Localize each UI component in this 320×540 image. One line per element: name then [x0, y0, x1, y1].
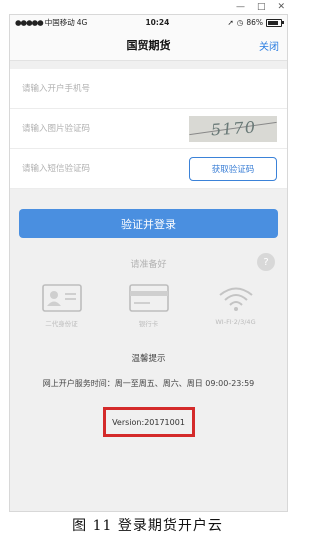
sms-row: 获取验证码 — [10, 149, 287, 189]
requirement-label: 银行卡 — [138, 320, 159, 328]
id-card-icon — [41, 284, 82, 312]
sms-code-input[interactable] — [20, 162, 174, 175]
phone-input[interactable] — [20, 82, 174, 95]
maximize-icon[interactable]: □ — [257, 2, 266, 12]
alarm-icon: ◷ — [236, 18, 244, 27]
phone-screen: ●●●●● 中国移动 4G 10:24 ➚ ◷ 86% 国贸期货 关闭 5170… — [9, 14, 288, 512]
captcha-text: 5170 — [209, 117, 257, 140]
requirement-id-card: 二代身份证 — [22, 284, 102, 328]
close-icon[interactable]: ✕ — [277, 2, 285, 12]
prep-title: 请准备好 — [130, 259, 167, 270]
figure-caption: 图 11 登录期货开户云 — [72, 518, 223, 534]
requirements-list: 二代身份证 银行卡 WI-FI·2/3/4G — [10, 280, 287, 328]
help-icon[interactable]: ? — [257, 253, 275, 271]
requirement-label: 二代身份证 — [45, 320, 78, 328]
minimize-icon[interactable]: — — [236, 2, 245, 12]
clock: 10:24 — [145, 18, 170, 27]
page-title: 国贸期货 — [126, 39, 171, 52]
captcha-input[interactable] — [20, 122, 174, 135]
window-controls: — □ ✕ — [205, 0, 295, 14]
battery-icon — [266, 18, 284, 27]
wifi-icon — [218, 287, 253, 311]
bank-card-icon — [128, 284, 169, 312]
location-icon: ➚ — [227, 18, 234, 27]
captcha-image[interactable]: 5170 — [189, 115, 277, 142]
battery-percent: 86% — [246, 18, 263, 27]
network-label: 4G — [76, 18, 88, 27]
requirement-label: WI-FI·2/3/4G — [215, 318, 256, 326]
get-code-button[interactable]: 获取验证码 — [189, 156, 277, 181]
carrier-label: 中国移动 — [44, 18, 75, 27]
prep-section: 请准备好 ? — [10, 246, 287, 280]
hint-text: 网上开户服务时间：周一至周五、周六、周日 09:00-23:59 — [42, 379, 255, 388]
requirement-bank-card: 银行卡 — [109, 284, 189, 328]
login-button[interactable]: 验证并登录 — [19, 209, 278, 238]
login-form: 5170 获取验证码 — [10, 69, 287, 189]
signal-icon: ●●●●● — [15, 18, 44, 27]
version-label: Version:20171001 — [102, 407, 195, 437]
requirement-network: WI-FI·2/3/4G — [196, 284, 276, 328]
hint-title: 温馨提示 — [131, 354, 166, 364]
captcha-row: 5170 — [10, 109, 287, 149]
nav-bar: 国贸期货 关闭 — [10, 30, 287, 61]
close-button[interactable]: 关闭 — [259, 38, 279, 53]
status-bar: ●●●●● 中国移动 4G 10:24 ➚ ◷ 86% — [10, 15, 287, 30]
phone-row — [10, 69, 287, 109]
